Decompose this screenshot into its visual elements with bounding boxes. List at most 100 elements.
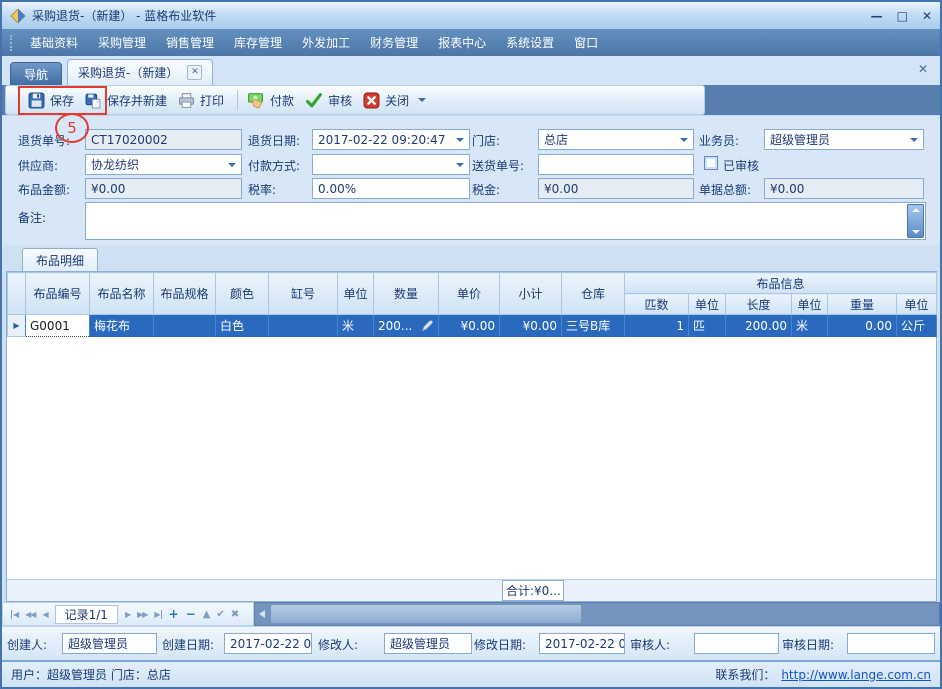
- cell-weight-unit[interactable]: 公斤: [897, 315, 937, 337]
- col-header-price[interactable]: 单价: [439, 273, 500, 315]
- dropdown-icon[interactable]: [456, 163, 464, 167]
- cell-color[interactable]: 白色: [216, 315, 269, 337]
- scrollbar-thumb[interactable]: [271, 605, 581, 623]
- cell-price[interactable]: ¥0.00: [439, 315, 500, 337]
- tab-fabric-detail[interactable]: 布品明细: [22, 248, 98, 271]
- supplier-combo[interactable]: 协龙纺织: [85, 154, 242, 175]
- audited-label: 已审核: [723, 157, 759, 174]
- doc-total-label: 单据总额:: [699, 181, 751, 198]
- cell-length[interactable]: 200.00: [726, 315, 792, 337]
- payment-combo[interactable]: [312, 154, 470, 175]
- cell-weight[interactable]: 0.00: [828, 315, 897, 337]
- prev-record-button[interactable]: ◀: [42, 610, 47, 619]
- menu-inventory[interactable]: 库存管理: [224, 29, 292, 56]
- cell-pieces[interactable]: 1: [625, 315, 689, 337]
- dropdown-icon[interactable]: [228, 163, 236, 167]
- col-header-qty[interactable]: 数量: [374, 273, 439, 315]
- col-header-weight-unit[interactable]: 单位: [897, 294, 937, 315]
- menu-window[interactable]: 窗口: [564, 29, 608, 56]
- scroll-left-icon[interactable]: [259, 610, 265, 618]
- cell-code[interactable]: G0001: [26, 315, 90, 337]
- salesman-combo[interactable]: 超级管理员: [764, 129, 924, 150]
- post-button[interactable]: ✔: [216, 609, 223, 620]
- tab-purchase-return[interactable]: 采购退货-（新建） ✕: [67, 59, 213, 85]
- salesman-label: 业务员:: [699, 132, 739, 149]
- edit-row-button[interactable]: ▲: [203, 609, 210, 620]
- print-button[interactable]: 打印: [178, 92, 224, 109]
- audit-button[interactable]: 审核: [305, 92, 352, 109]
- audit-date-label: 审核日期:: [782, 636, 834, 653]
- title-bar: 采购退货-（新建） - 蓝格布业软件 — □ ✕: [2, 2, 940, 29]
- dropdown-icon[interactable]: [910, 138, 918, 142]
- menu-purchase[interactable]: 采购管理: [88, 29, 156, 56]
- delivery-no-field[interactable]: [538, 154, 694, 175]
- menu-outsourcing[interactable]: 外发加工: [292, 29, 360, 56]
- close-dropdown-icon[interactable]: [418, 98, 426, 102]
- subtotal-sum-box: 合计:¥0...: [502, 580, 564, 601]
- col-header-pieces[interactable]: 匹数: [625, 294, 689, 315]
- horizontal-scrollbar[interactable]: [254, 602, 940, 626]
- cell-dye-lot[interactable]: [269, 315, 338, 337]
- col-header-code[interactable]: 布品编号: [26, 273, 90, 315]
- cell-subtotal[interactable]: ¥0.00: [500, 315, 562, 337]
- return-date-combo[interactable]: 2017-02-22 09:20:47: [312, 129, 470, 150]
- next-record-button[interactable]: ▶: [125, 610, 130, 619]
- scroll-up-icon[interactable]: [912, 208, 920, 212]
- website-link[interactable]: http://www.lange.com.cn: [781, 668, 931, 682]
- remark-scrollbar[interactable]: [907, 204, 924, 238]
- cell-name[interactable]: 梅花布: [90, 315, 154, 337]
- audited-checkbox[interactable]: [704, 156, 718, 170]
- app-window: 采购退货-（新建） - 蓝格布业软件 — □ ✕ 基础资料 采购管理 销售管理 …: [0, 0, 942, 689]
- toolbar-separator: [237, 90, 238, 110]
- col-header-warehouse[interactable]: 仓库: [562, 273, 625, 315]
- remark-textarea[interactable]: [85, 202, 926, 240]
- tab-close-icon[interactable]: ✕: [187, 65, 202, 80]
- col-header-length[interactable]: 长度: [726, 294, 792, 315]
- payment-button[interactable]: 付款: [247, 92, 294, 109]
- cell-length-unit[interactable]: 米: [792, 315, 828, 337]
- menu-sales[interactable]: 销售管理: [156, 29, 224, 56]
- col-header-unit[interactable]: 单位: [338, 273, 374, 315]
- maximize-button[interactable]: □: [897, 9, 908, 23]
- close-document-button[interactable]: 关闭: [363, 92, 426, 109]
- minimize-button[interactable]: —: [871, 9, 883, 23]
- menu-finance[interactable]: 财务管理: [360, 29, 428, 56]
- col-header-spec[interactable]: 布品规格: [154, 273, 216, 315]
- menu-settings[interactable]: 系统设置: [496, 29, 564, 56]
- col-header-color[interactable]: 颜色: [216, 273, 269, 315]
- menu-bar: 基础资料 采购管理 销售管理 库存管理 外发加工 财务管理 报表中心 系统设置 …: [2, 29, 940, 56]
- tax-rate-field[interactable]: 0.00%: [312, 178, 470, 199]
- col-header-subtotal[interactable]: 小计: [500, 273, 562, 315]
- dropdown-icon[interactable]: [456, 138, 464, 142]
- document-tabstrip: 导航 采购退货-（新建） ✕ ✕: [2, 56, 940, 85]
- tabstrip-close-icon[interactable]: ✕: [918, 62, 928, 76]
- tab-navigation[interactable]: 导航: [10, 62, 62, 85]
- col-header-dye-lot[interactable]: 缸号: [269, 273, 338, 315]
- first-record-button[interactable]: ◀: [11, 610, 18, 619]
- delete-row-button[interactable]: −: [186, 607, 196, 621]
- cell-pieces-unit[interactable]: 匹: [689, 315, 726, 337]
- cell-qty[interactable]: 200...: [374, 315, 439, 337]
- col-header-length-unit[interactable]: 单位: [792, 294, 828, 315]
- cell-unit[interactable]: 米: [338, 315, 374, 337]
- next-page-button[interactable]: ▶▶: [137, 610, 147, 619]
- cell-warehouse[interactable]: 三号B库: [562, 315, 625, 337]
- detail-table: 布品编号 布品名称 布品规格 颜色 缸号 单位 数量 单价 小计 仓库 布品信息…: [7, 272, 937, 337]
- cell-spec[interactable]: [154, 315, 216, 337]
- menu-base-data[interactable]: 基础资料: [20, 29, 88, 56]
- store-combo[interactable]: 总店: [538, 129, 694, 150]
- fabric-amount-field: ¥0.00: [85, 178, 242, 199]
- cancel-button[interactable]: ✖: [231, 609, 238, 620]
- col-header-weight[interactable]: 重量: [828, 294, 897, 315]
- scroll-down-icon[interactable]: [912, 230, 920, 234]
- menu-reports[interactable]: 报表中心: [428, 29, 496, 56]
- last-record-button[interactable]: ▶: [154, 610, 161, 619]
- col-header-name[interactable]: 布品名称: [90, 273, 154, 315]
- close-button[interactable]: ✕: [922, 9, 932, 23]
- table-row[interactable]: ▶ G0001 梅花布 白色 米 200... ¥0.00: [8, 315, 937, 337]
- prev-page-button[interactable]: ◀◀: [25, 610, 35, 619]
- dropdown-icon[interactable]: [680, 138, 688, 142]
- col-header-pieces-unit[interactable]: 单位: [689, 294, 726, 315]
- add-row-button[interactable]: +: [169, 607, 179, 621]
- doc-total-field: ¥0.00: [764, 178, 924, 199]
